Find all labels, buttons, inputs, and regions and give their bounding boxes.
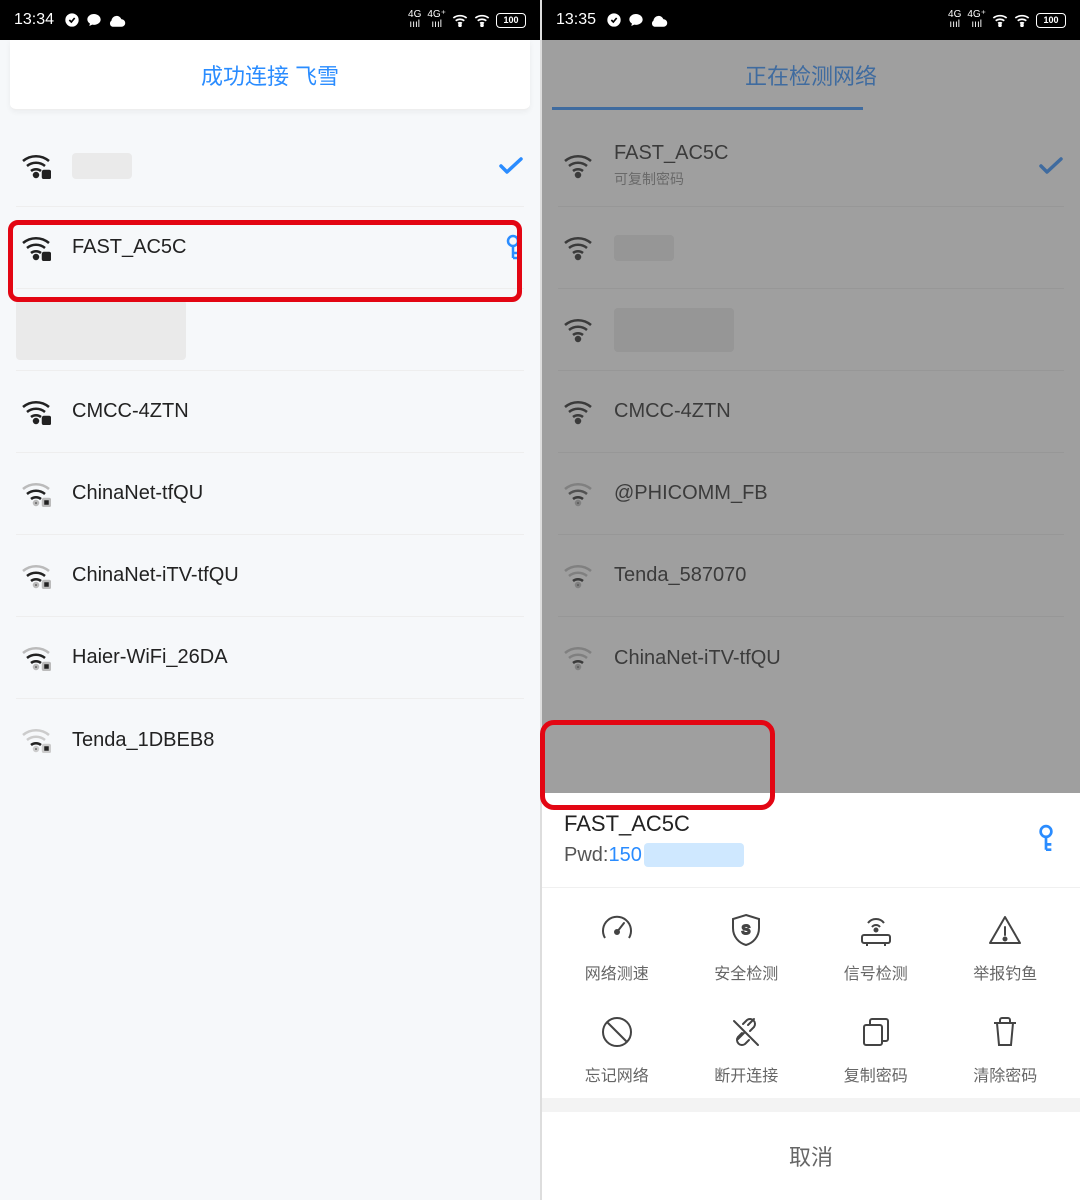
wifi-row[interactable]: ChinaNet-iTV-tfQU — [16, 535, 524, 617]
action-copy[interactable]: 复制密码 — [811, 1012, 941, 1086]
disconnect-icon — [726, 1012, 766, 1052]
check-icon — [498, 156, 524, 176]
cell-4g-icon: 4Gıııl — [408, 10, 421, 30]
action-label: 清除密码 — [973, 1062, 1037, 1086]
action-grid: 网络测速 S 安全检测 信号检测 举报钓鱼 忘记网络 — [542, 888, 1080, 1098]
wifi-strong-lock-icon — [16, 235, 56, 261]
cell-4g-icon: 4Gıııl — [948, 10, 961, 30]
status-bar: 13:34 4Gıııl 4G⁺ıııl — [0, 0, 540, 40]
sheet-pwd-value: 150 — [608, 844, 641, 867]
wifi-row-fast-ac5c[interactable]: FAST_AC5C — [16, 207, 524, 289]
action-label: 网络测速 — [585, 960, 649, 984]
modal-backdrop[interactable] — [542, 40, 1080, 793]
wifi-status-icon — [452, 13, 468, 27]
wifi-row[interactable]: ChinaNet-tfQU — [16, 453, 524, 535]
action-speedtest[interactable]: 网络测速 — [552, 910, 682, 984]
action-clear[interactable]: 清除密码 — [941, 1012, 1071, 1086]
wifi-status-icon-2 — [1014, 13, 1030, 27]
action-label: 忘记网络 — [585, 1062, 649, 1086]
wifi-row[interactable]: Tenda_1DBEB8 — [16, 699, 524, 781]
right-phone: 13:35 4Gıııl 4G⁺ıııl 100 正在检测网络 — [540, 0, 1080, 1200]
action-label: 断开连接 — [714, 1062, 778, 1086]
wifi-status-icon-2 — [474, 13, 490, 27]
wifi-name-label: Tenda_1DBEB8 — [72, 729, 524, 752]
action-report[interactable]: 举报钓鱼 — [941, 910, 1071, 984]
wifi-strong-lock-icon — [16, 153, 56, 179]
key-icon — [1034, 824, 1058, 854]
chat-icon — [86, 12, 102, 28]
battery-icon: 100 — [496, 13, 526, 28]
cell-4g-plus-icon: 4G⁺ıııl — [427, 10, 446, 30]
sheet-header: FAST_AC5C Pwd: 150 — [542, 793, 1080, 888]
wifi-name-blurred — [72, 153, 132, 179]
sheet-pwd-label: Pwd: — [564, 844, 608, 867]
action-label: 举报钓鱼 — [973, 960, 1037, 984]
key-icon — [502, 234, 524, 262]
sheet-ssid-label: FAST_AC5C — [564, 811, 1034, 837]
pwd-blurred — [644, 843, 744, 867]
status-time: 13:34 — [14, 11, 54, 29]
check-circle-icon — [606, 12, 622, 28]
cloud-icon — [650, 13, 668, 27]
bottom-sheet: FAST_AC5C Pwd: 150 网络测速 S — [542, 793, 1080, 1200]
battery-icon: 100 — [1036, 13, 1066, 28]
wifi-name-label: CMCC-4ZTN — [72, 400, 524, 423]
cloud-icon — [108, 13, 126, 27]
wifi-row-connected[interactable] — [16, 125, 524, 207]
wifi-row[interactable]: Haier-WiFi_26DA — [16, 617, 524, 699]
divider — [542, 1098, 1080, 1112]
router-icon — [856, 910, 896, 950]
wifi-weak-lock-icon — [16, 645, 56, 671]
wifi-name-label: ChinaNet-iTV-tfQU — [72, 564, 524, 587]
action-label: 安全检测 — [714, 960, 778, 984]
wifi-weak-lock-icon — [16, 563, 56, 589]
wifi-blurred-block — [16, 300, 186, 360]
wifi-status-icon — [992, 13, 1008, 27]
wifi-weak-lock-icon — [16, 481, 56, 507]
chat-icon — [628, 12, 644, 28]
wifi-name-label: FAST_AC5C — [72, 236, 502, 259]
check-circle-icon — [64, 12, 80, 28]
cell-4g-plus-icon: 4G⁺ıııl — [967, 10, 986, 30]
action-label: 信号检测 — [844, 960, 908, 984]
status-bar: 13:35 4Gıııl 4G⁺ıııl 100 — [542, 0, 1080, 40]
cancel-button[interactable]: 取消 — [542, 1112, 1080, 1200]
wifi-name-label: ChinaNet-tfQU — [72, 482, 524, 505]
action-disconnect[interactable]: 断开连接 — [682, 1012, 812, 1086]
connection-banner: 成功连接 飞雪 — [10, 40, 530, 110]
forbid-icon — [597, 1012, 637, 1052]
copy-icon — [856, 1012, 896, 1052]
action-security[interactable]: S 安全检测 — [682, 910, 812, 984]
wifi-row[interactable]: CMCC-4ZTN — [16, 371, 524, 453]
wifi-list[interactable]: FAST_AC5C CMCC-4ZTN — [0, 125, 540, 781]
warning-icon — [985, 910, 1025, 950]
action-signal[interactable]: 信号检测 — [811, 910, 941, 984]
wifi-strong-lock-icon — [16, 399, 56, 425]
left-phone: 13:34 4Gıııl 4G⁺ıııl — [0, 0, 540, 1200]
wifi-row-blurred[interactable] — [16, 289, 524, 371]
wifi-name-label: Haier-WiFi_26DA — [72, 646, 524, 669]
wifi-weak-lock-icon — [16, 727, 56, 753]
trash-icon — [985, 1012, 1025, 1052]
gauge-icon — [597, 910, 637, 950]
status-time: 13:35 — [556, 11, 596, 29]
action-forget[interactable]: 忘记网络 — [552, 1012, 682, 1086]
shield-icon: S — [726, 910, 766, 950]
action-label: 复制密码 — [844, 1062, 908, 1086]
svg-text:S: S — [742, 922, 751, 937]
